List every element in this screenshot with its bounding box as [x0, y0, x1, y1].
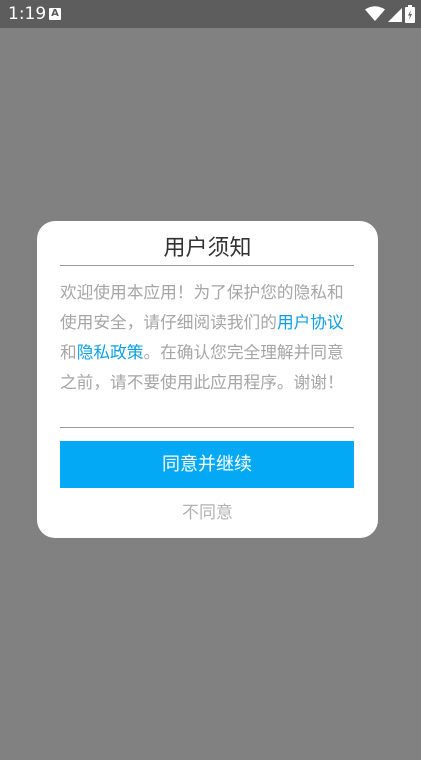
status-bar: 1:19 A: [0, 0, 421, 28]
notification-a-icon: A: [49, 8, 61, 20]
battery-icon: [405, 5, 415, 23]
title-divider: [60, 265, 354, 266]
agree-continue-button[interactable]: 同意并继续: [60, 441, 354, 488]
wifi-icon: [365, 6, 385, 21]
status-icons: [365, 5, 415, 23]
user-agreement-link[interactable]: 用户协议: [277, 312, 344, 332]
user-notice-dialog: 用户须知 欢迎使用本应用！为了保护您的隐私和使用安全，请仔细阅读我们的用户协议和…: [37, 221, 378, 538]
dialog-body: 欢迎使用本应用！为了保护您的隐私和使用安全，请仔细阅读我们的用户协议和隐私政策。…: [60, 277, 356, 397]
signal-icon: [388, 8, 402, 22]
privacy-policy-link[interactable]: 隐私政策: [77, 342, 144, 362]
body-text-and: 和: [60, 342, 77, 362]
body-divider: [60, 427, 354, 428]
disagree-button[interactable]: 不同意: [37, 500, 378, 526]
dialog-title: 用户须知: [163, 236, 252, 261]
status-time: 1:19: [8, 4, 47, 24]
